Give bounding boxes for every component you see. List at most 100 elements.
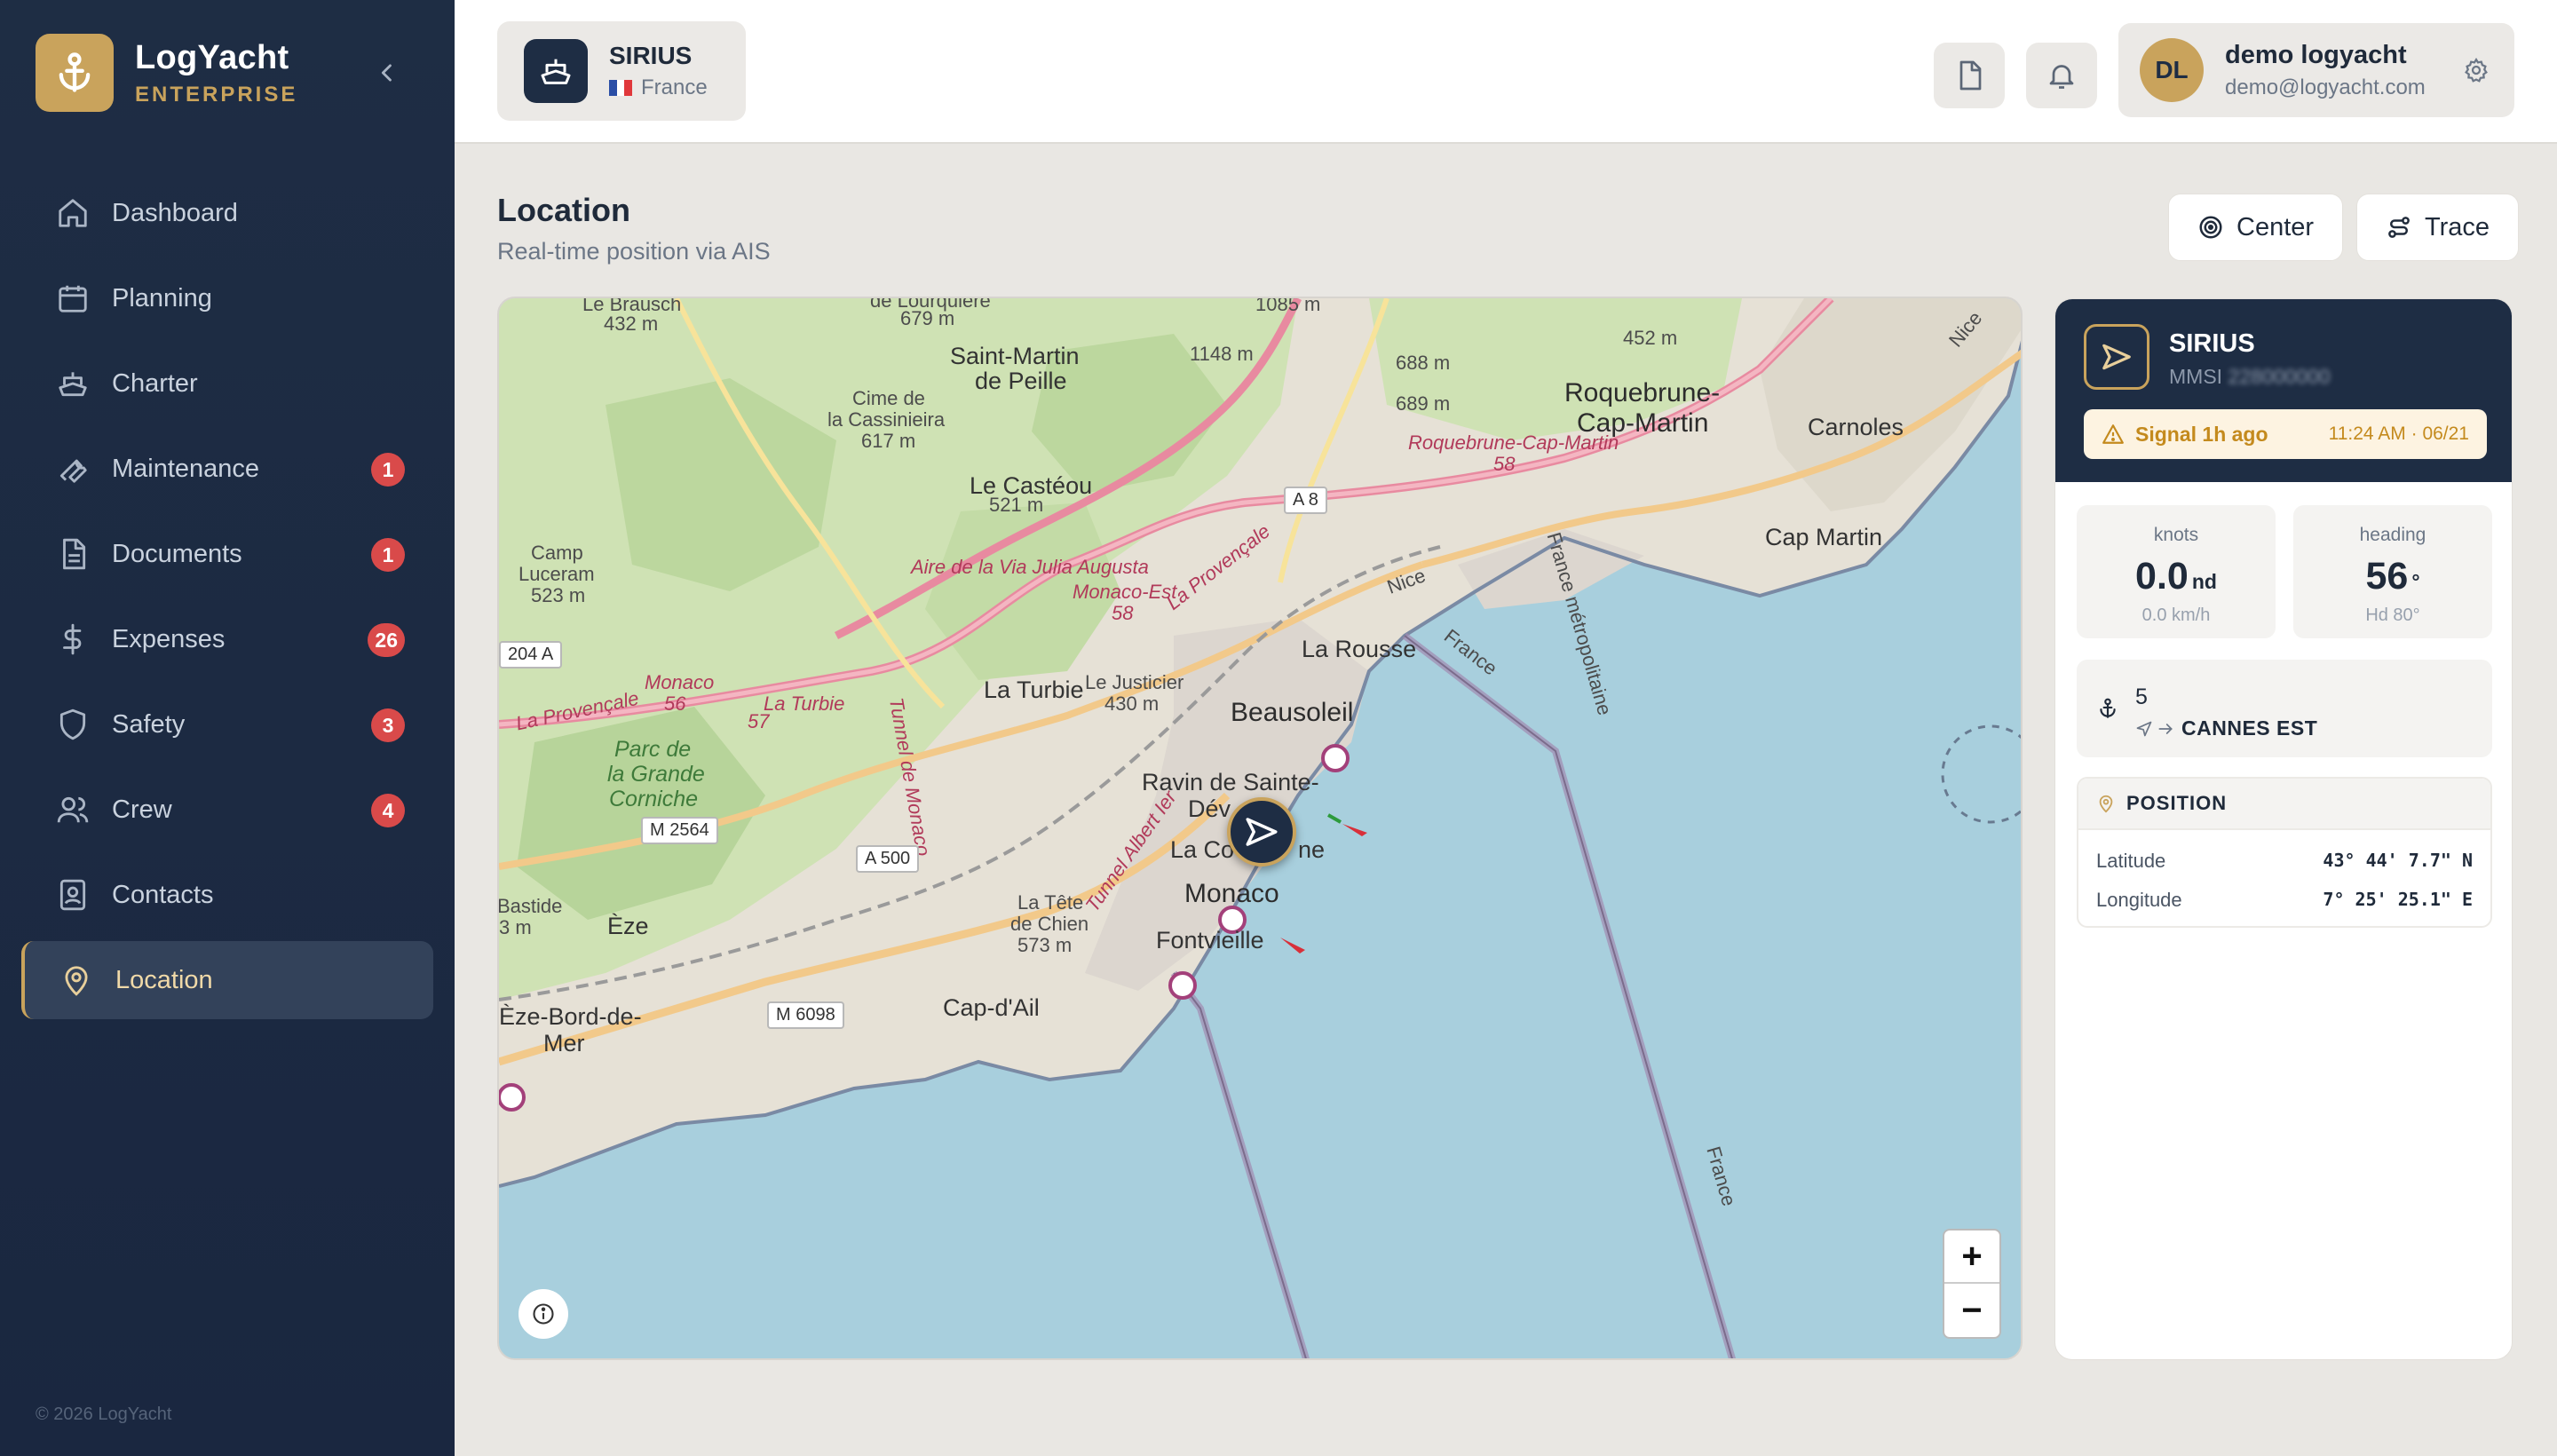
latitude-label: Latitude (2096, 850, 2166, 872)
sidebar-item-contacts[interactable]: Contacts (21, 856, 433, 934)
map-label: 689 m (1396, 392, 1451, 415)
page-title: Location (497, 192, 630, 228)
destination-card: 5 CANNES EST (2077, 660, 2492, 757)
avatar: DL (2140, 38, 2204, 102)
vessel-position-marker[interactable] (1227, 797, 1296, 866)
speed-unit: nd (2191, 570, 2217, 593)
sidebar-item-label: Documents (112, 539, 242, 568)
map[interactable]: Le Brausch 432 m de Lourquière 679 m 108… (497, 297, 2023, 1360)
sidebar-item-planning[interactable]: Planning (21, 259, 433, 337)
signal-time: 11:24 AM · 06/21 (2328, 423, 2469, 444)
map-label: Cap-d'Ail (943, 994, 1040, 1021)
vessel-country: France (641, 75, 708, 99)
heading-value: 56 (2365, 555, 2409, 597)
ship-icon (524, 39, 588, 103)
map-pin-icon (2099, 795, 2113, 813)
map-label: Èze (607, 913, 649, 939)
map-label: 1148 m (1190, 343, 1254, 365)
center-button[interactable]: Center (2168, 194, 2344, 261)
map-label: Cap Martin (1765, 524, 1883, 550)
mmsi: MMSI 228000000 (2169, 365, 2331, 389)
heading-sub: Hd 80° (2365, 605, 2420, 625)
panel-vessel-name: SIRIUS (2169, 329, 2255, 358)
map-label: Corniche (609, 787, 699, 811)
map-label: 432 m (604, 313, 659, 335)
sidebar-nav: Dashboard Planning Charter Maintenance 1… (21, 174, 433, 1026)
gear-icon[interactable] (2463, 57, 2490, 83)
speed-stat: knots 0.0 nd 0.0 km/h (2077, 505, 2276, 638)
trace-button[interactable]: Trace (2356, 194, 2520, 261)
count-badge: 26 (368, 623, 405, 657)
document-icon (55, 536, 91, 572)
vessel-selector[interactable]: SIRIUS France (497, 21, 746, 121)
user-menu[interactable]: DL demo logyacht demo@logyacht.com (2118, 23, 2514, 117)
notifications-button[interactable] (2026, 43, 2097, 108)
map-label: Monaco (1184, 879, 1279, 908)
vessel-name: SIRIUS (609, 42, 693, 69)
sidebar-item-expenses[interactable]: Expenses 26 (21, 600, 433, 678)
sidebar-item-maintenance[interactable]: Maintenance 1 (21, 430, 433, 508)
count-badge: 3 (371, 708, 405, 742)
zoom-out-button[interactable]: − (1944, 1284, 1999, 1337)
users-icon (55, 792, 91, 827)
map-label: Monaco-Est (1073, 581, 1177, 603)
map-label: La Rousse (1302, 636, 1417, 662)
collapse-sidebar-button[interactable] (373, 59, 401, 87)
longitude-label: Longitude (2096, 889, 2182, 911)
map-label: Fontvieille (1156, 927, 1264, 954)
map-label: 1085 m (1255, 297, 1321, 315)
sidebar-item-label: Charter (112, 368, 198, 398)
road-shield: M 2564 (641, 817, 718, 844)
sidebar-item-label: Planning (112, 283, 212, 313)
map-label: Dév (1188, 795, 1231, 822)
navigation-icon (2136, 721, 2152, 736)
map-label: Bastide (497, 895, 563, 917)
map-label: Èze-Bord-de- (499, 1003, 642, 1030)
sidebar-item-location[interactable]: Location (21, 941, 433, 1019)
sidebar-item-crew[interactable]: Crew 4 (21, 771, 433, 849)
map-pin-icon (59, 962, 94, 998)
zoom-control: + − (1943, 1229, 2001, 1339)
road-shield: 204 A (499, 641, 563, 669)
user-email: demo@logyacht.com (2225, 75, 2426, 99)
map-label: La Co (1170, 836, 1235, 863)
map-label: 58 (1112, 602, 1134, 624)
map-label: Cime de (852, 387, 925, 409)
topbar: SIRIUS France DL demo logyacht demo@logy… (455, 0, 2557, 144)
map-info-button[interactable] (519, 1289, 568, 1339)
dollar-icon (55, 621, 91, 657)
user-name: demo logyacht (2225, 40, 2407, 69)
sidebar-item-label: Maintenance (112, 454, 260, 483)
copyright: © 2026 LogYacht (36, 1405, 172, 1424)
mmsi-value: 228000000 (2228, 365, 2331, 388)
map-label: la Grande (607, 762, 705, 787)
destination-name: CANNES EST (2181, 716, 2318, 740)
brand-edition: ENTERPRISE (135, 82, 298, 107)
documents-button[interactable] (1934, 43, 2005, 108)
brand-name: LogYacht (135, 38, 289, 76)
map-label: 521 m (989, 494, 1044, 516)
calendar-icon (55, 281, 91, 316)
zoom-in-button[interactable]: + (1944, 1230, 1999, 1284)
map-label: Mer (543, 1030, 585, 1056)
wrench-icon (55, 451, 91, 487)
speed-kmh: 0.0 km/h (2141, 605, 2211, 625)
warning-icon (2102, 424, 2124, 444)
vessel-info-panel: SIRIUS MMSI 228000000 Signal 1h ago 11:2… (2054, 298, 2513, 1360)
anchor-logo-icon (36, 34, 114, 112)
brand[interactable]: LogYacht ENTERPRISE (36, 34, 297, 112)
heading-unit: ° (2411, 570, 2420, 593)
target-icon (2199, 216, 2222, 239)
position-card: POSITION Latitude 43° 44' 7.7" N Longitu… (2077, 777, 2492, 928)
arrow-right-icon (2158, 723, 2173, 734)
map-label: Camp (531, 542, 583, 564)
longitude-value: 7° 25' 25.1" E (2323, 889, 2473, 910)
sidebar-item-documents[interactable]: Documents 1 (21, 515, 433, 593)
signal-status: Signal 1h ago 11:24 AM · 06/21 (2084, 409, 2487, 459)
sidebar-item-charter[interactable]: Charter (21, 344, 433, 423)
count-badge: 1 (371, 453, 405, 487)
sidebar-item-dashboard[interactable]: Dashboard (21, 174, 433, 252)
map-label: Monaco (645, 671, 715, 693)
sidebar-item-safety[interactable]: Safety 3 (21, 685, 433, 764)
file-icon (1959, 60, 1982, 91)
